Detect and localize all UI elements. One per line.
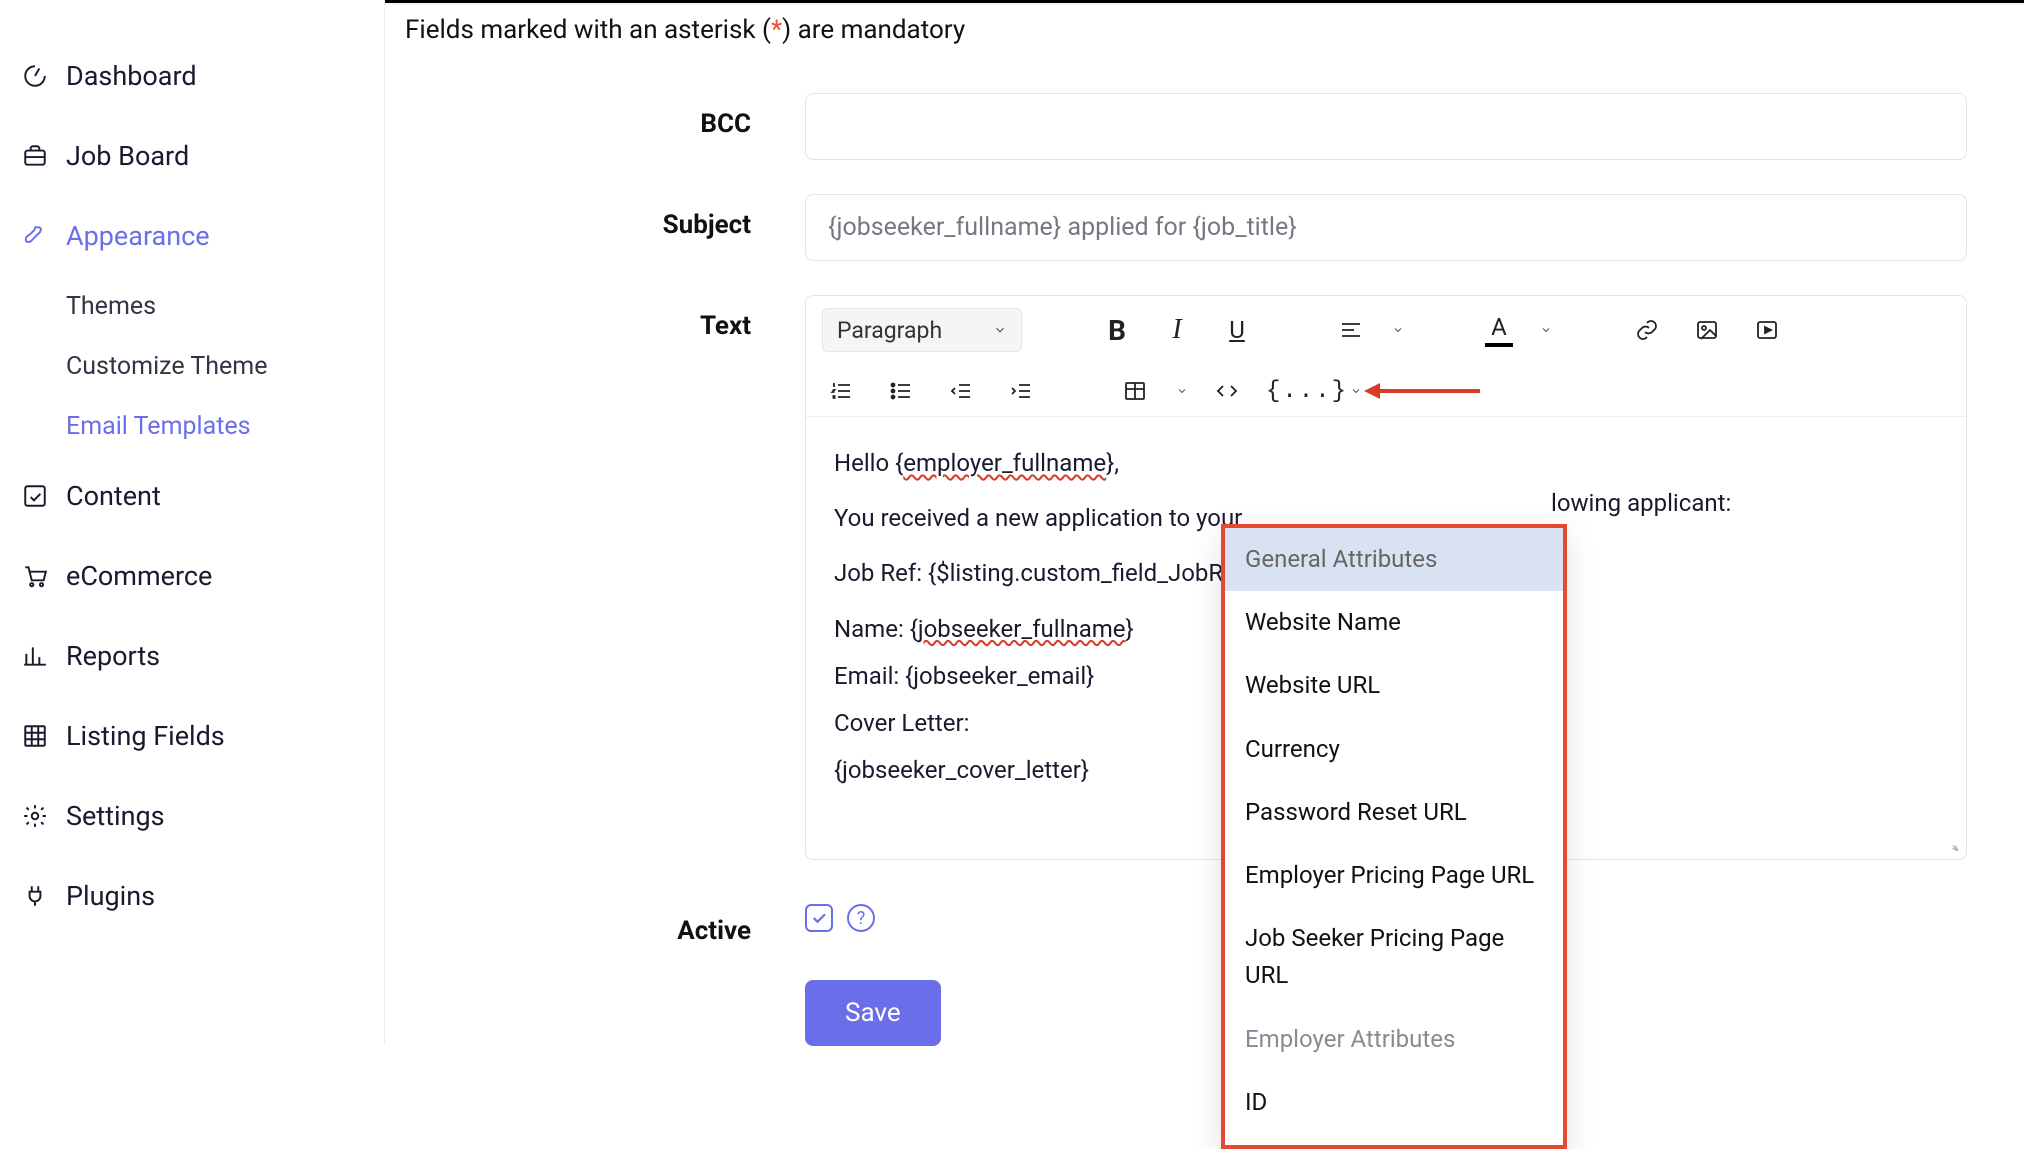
table-button[interactable] bbox=[1116, 372, 1154, 410]
body-text-fragment: lowing applicant: bbox=[1551, 485, 1731, 522]
sidebar-item-label: eCommerce bbox=[66, 560, 212, 592]
label-subject: Subject bbox=[405, 194, 805, 240]
sidebar-subitems-appearance: Themes Customize Theme Email Templates bbox=[22, 276, 384, 456]
variable-dropdown: General Attributes Website Name Website … bbox=[1221, 524, 1567, 1149]
row-subject: Subject {jobseeker_fullname} applied for… bbox=[405, 194, 1972, 261]
resize-handle-icon[interactable] bbox=[1942, 835, 1960, 853]
dropdown-header-general: General Attributes bbox=[1225, 528, 1563, 591]
dropdown-item-website-name[interactable]: Website Name bbox=[1225, 591, 1563, 654]
sidebar-item-label: Job Board bbox=[66, 140, 189, 172]
label-bcc: BCC bbox=[405, 93, 805, 139]
sidebar-item-label: Appearance bbox=[66, 220, 210, 252]
outdent-button[interactable] bbox=[942, 372, 980, 410]
gauge-icon bbox=[22, 63, 66, 89]
unordered-list-button[interactable] bbox=[882, 372, 920, 410]
dropdown-item-id[interactable]: ID bbox=[1225, 1071, 1563, 1134]
subject-input[interactable]: {jobseeker_fullname} applied for {job_ti… bbox=[805, 194, 1967, 261]
sidebar-item-job-board[interactable]: Job Board bbox=[22, 116, 384, 196]
sidebar-item-content[interactable]: Content bbox=[22, 456, 384, 536]
bold-button[interactable]: B bbox=[1098, 311, 1136, 349]
label-active: Active bbox=[405, 900, 805, 946]
label-text: Text bbox=[405, 295, 805, 341]
chevron-down-icon bbox=[1540, 324, 1552, 336]
sidebar-subitem-themes[interactable]: Themes bbox=[66, 276, 384, 336]
cart-icon bbox=[22, 563, 66, 589]
sidebar-item-dashboard[interactable]: Dashboard bbox=[22, 36, 384, 116]
brush-icon bbox=[22, 223, 66, 249]
save-button[interactable]: Save bbox=[805, 980, 941, 1046]
grid-icon bbox=[22, 723, 66, 749]
sidebar-item-label: Plugins bbox=[66, 880, 155, 912]
gear-icon bbox=[22, 803, 66, 829]
dropdown-item-employer-pricing-url[interactable]: Employer Pricing Page URL bbox=[1225, 844, 1563, 907]
block-format-select[interactable]: Paragraph bbox=[822, 308, 1022, 352]
row-text: Text Paragraph B I bbox=[405, 295, 1972, 860]
editor-content[interactable]: Hello {employer_fullname}, You received … bbox=[806, 417, 1966, 859]
link-button[interactable] bbox=[1628, 311, 1666, 349]
chevron-down-icon bbox=[993, 323, 1007, 337]
sidebar: Dashboard Job Board Appearance Themes Cu… bbox=[0, 0, 385, 1045]
align-button[interactable] bbox=[1332, 311, 1370, 349]
chevron-down-icon bbox=[1176, 385, 1188, 397]
plug-icon bbox=[22, 883, 66, 909]
text-color-button[interactable]: A bbox=[1480, 311, 1518, 349]
code-button[interactable] bbox=[1208, 372, 1246, 410]
help-icon[interactable]: ? bbox=[847, 904, 875, 932]
edit-icon bbox=[22, 483, 66, 509]
check-icon bbox=[810, 909, 828, 927]
bar-chart-icon bbox=[22, 643, 66, 669]
ordered-list-button[interactable] bbox=[822, 372, 860, 410]
sidebar-item-plugins[interactable]: Plugins bbox=[22, 856, 384, 936]
sidebar-item-settings[interactable]: Settings bbox=[22, 776, 384, 856]
italic-button[interactable]: I bbox=[1158, 311, 1196, 349]
sidebar-item-appearance[interactable]: Appearance bbox=[22, 196, 384, 276]
sidebar-item-label: Content bbox=[66, 480, 161, 512]
row-active: Active ? bbox=[405, 900, 1972, 946]
image-button[interactable] bbox=[1688, 311, 1726, 349]
annotation-arrow bbox=[1364, 383, 1480, 399]
sidebar-subitem-customize-theme[interactable]: Customize Theme bbox=[66, 336, 384, 396]
sidebar-item-reports[interactable]: Reports bbox=[22, 616, 384, 696]
chevron-down-icon bbox=[1350, 385, 1362, 397]
editor-toolbar: Paragraph B I U bbox=[806, 296, 1966, 417]
dropdown-item-website-url[interactable]: Website URL bbox=[1225, 654, 1563, 717]
sidebar-item-label: Listing Fields bbox=[66, 720, 225, 752]
sidebar-item-ecommerce[interactable]: eCommerce bbox=[22, 536, 384, 616]
dropdown-item-featured[interactable]: Featured bbox=[1225, 1134, 1563, 1149]
underline-button[interactable]: U bbox=[1218, 311, 1256, 349]
sidebar-item-label: Settings bbox=[66, 800, 165, 832]
dropdown-item-currency[interactable]: Currency bbox=[1225, 718, 1563, 781]
sidebar-item-label: Dashboard bbox=[66, 60, 197, 92]
main: Fields marked with an asterisk (*) are m… bbox=[385, 0, 2024, 1045]
briefcase-icon bbox=[22, 143, 66, 169]
mandatory-note: Fields marked with an asterisk (*) are m… bbox=[405, 15, 1972, 45]
dropdown-header-employer: Employer Attributes bbox=[1225, 1008, 1563, 1071]
video-button[interactable] bbox=[1748, 311, 1786, 349]
bcc-input[interactable] bbox=[805, 93, 1967, 160]
row-bcc: BCC bbox=[405, 93, 1972, 160]
sidebar-item-listing-fields[interactable]: Listing Fields bbox=[22, 696, 384, 776]
dropdown-item-password-reset-url[interactable]: Password Reset URL bbox=[1225, 781, 1563, 844]
sidebar-subitem-email-templates[interactable]: Email Templates bbox=[66, 396, 384, 456]
sidebar-item-label: Reports bbox=[66, 640, 160, 672]
active-checkbox[interactable] bbox=[805, 904, 833, 932]
insert-variable-button[interactable]: {...} bbox=[1266, 372, 1348, 410]
rich-text-editor: Paragraph B I U bbox=[805, 295, 1967, 860]
indent-button[interactable] bbox=[1002, 372, 1040, 410]
chevron-down-icon bbox=[1392, 324, 1404, 336]
dropdown-item-jobseeker-pricing-url[interactable]: Job Seeker Pricing Page URL bbox=[1225, 907, 1563, 1007]
